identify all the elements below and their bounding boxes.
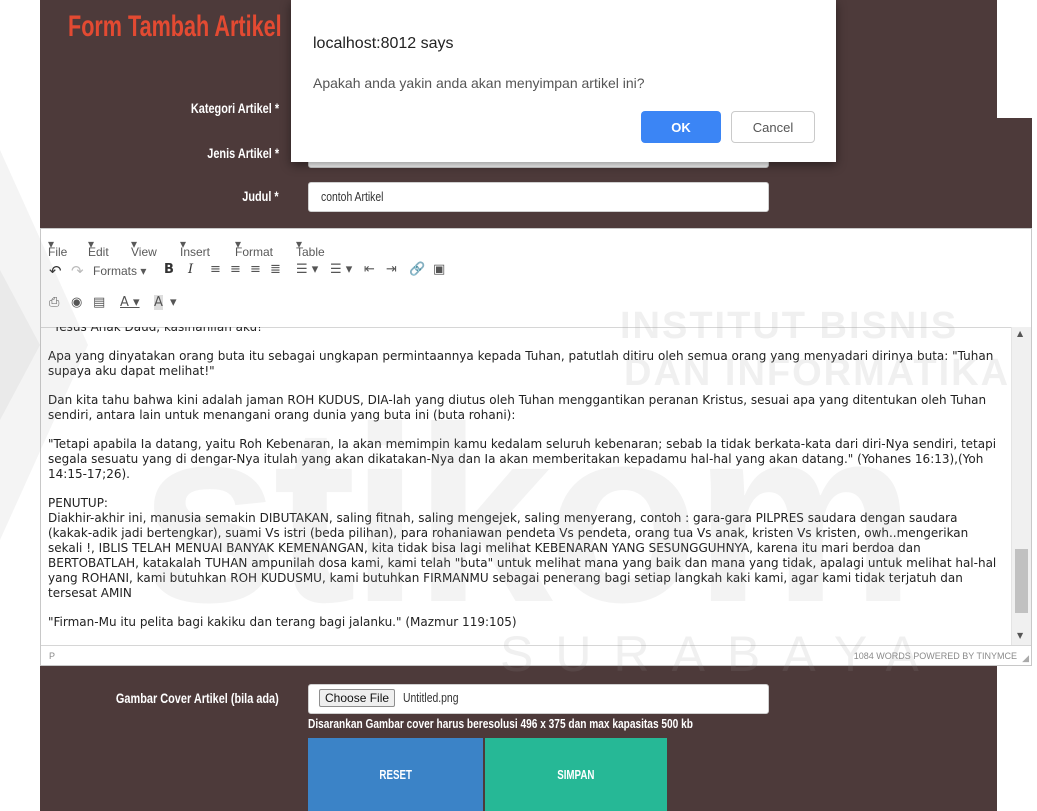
background-color-dropdown-icon[interactable]: ▾ bbox=[170, 295, 177, 310]
file-input[interactable]: Choose File Untitled.png bbox=[308, 684, 769, 714]
choose-file-button[interactable]: Choose File bbox=[319, 689, 396, 707]
form-panel-extension bbox=[836, 118, 1032, 230]
scroll-up-icon[interactable]: ▲ bbox=[1017, 329, 1023, 338]
paragraph: "Tetapi apabila Ia datang, yaitu Roh Keb… bbox=[48, 437, 997, 481]
text-color-icon[interactable]: A ▾ bbox=[120, 295, 140, 310]
editor-menubar: File ▾ Edit ▾ View ▾ Insert ▾ Format ▾ T… bbox=[41, 229, 1031, 259]
judul-label: Judul * bbox=[242, 188, 279, 204]
background-color-icon[interactable]: A bbox=[154, 295, 163, 310]
paragraph: "Firman-Mu itu pelita bagi kakiku dan te… bbox=[48, 615, 517, 629]
numbered-list-icon[interactable]: ☰ ▾ bbox=[330, 262, 352, 277]
paragraph: Dan kita tahu bahwa kini adalah jaman RO… bbox=[48, 393, 987, 422]
align-right-icon[interactable]: ≡ bbox=[250, 262, 261, 277]
judul-input[interactable]: contoh Artikel bbox=[308, 182, 769, 212]
formats-dropdown[interactable]: Formats ▾ bbox=[93, 264, 146, 278]
rich-text-editor: File ▾ Edit ▾ View ▾ Insert ▾ Format ▾ T… bbox=[40, 228, 1032, 666]
menu-view[interactable]: View ▾ bbox=[131, 237, 157, 259]
watermark-emblem bbox=[0, 150, 88, 540]
outdent-icon[interactable]: ⇤ bbox=[364, 262, 375, 277]
link-icon[interactable]: 🔗 bbox=[409, 262, 425, 277]
bullet-list-icon[interactable]: ☰ ▾ bbox=[296, 262, 318, 277]
align-center-icon[interactable]: ≡ bbox=[230, 262, 241, 277]
gambar-label: Gambar Cover Artikel (bila ada) bbox=[116, 690, 279, 706]
image-icon[interactable]: ▣ bbox=[433, 262, 445, 277]
judul-value: contoh Artikel bbox=[321, 189, 384, 204]
editor-statusbar: P 1084 WORDS POWERED BY TINYMCE ◢ bbox=[41, 645, 1031, 667]
element-path: P bbox=[49, 651, 56, 661]
file-name: Untitled.png bbox=[402, 690, 459, 705]
paragraph: Diakhir-akhir ini, manusia semakin DIBUT… bbox=[48, 511, 997, 600]
kategori-label: Kategori Artikel * bbox=[190, 100, 279, 116]
paragraph: "Yesus Anak Daud, kasihanilah aku!" bbox=[48, 327, 268, 334]
menu-format[interactable]: Format ▾ bbox=[235, 237, 273, 259]
dialog-title: localhost:8012 says bbox=[313, 35, 454, 52]
align-left-icon[interactable]: ≡ bbox=[210, 262, 221, 277]
indent-icon[interactable]: ⇥ bbox=[386, 262, 397, 277]
align-justify-icon[interactable]: ≣ bbox=[270, 262, 281, 277]
menu-table[interactable]: Table ▾ bbox=[296, 237, 325, 259]
confirm-dialog: localhost:8012 says Apakah anda yakin an… bbox=[291, 0, 836, 162]
reset-button[interactable]: RESET bbox=[308, 738, 483, 811]
simpan-button[interactable]: SIMPAN bbox=[485, 738, 667, 811]
bold-icon[interactable]: B bbox=[164, 262, 174, 277]
paragraph: Apa yang dinyatakan orang buta itu sebag… bbox=[48, 349, 994, 378]
editor-content[interactable]: "Yesus Anak Daud, kasihanilah aku!" Apa … bbox=[41, 327, 1011, 645]
media-icon[interactable]: ▤ bbox=[93, 295, 105, 310]
cancel-button[interactable]: Cancel bbox=[731, 111, 815, 143]
paragraph: PENUTUP: bbox=[48, 496, 108, 510]
editor-scrollbar[interactable]: ▲ ▼ bbox=[1011, 327, 1031, 645]
cover-hint: Disarankan Gambar cover harus beresolusi… bbox=[308, 716, 693, 731]
scroll-down-icon[interactable]: ▼ bbox=[1017, 631, 1023, 640]
scrollbar-thumb[interactable] bbox=[1015, 549, 1028, 613]
word-count: 1084 WORDS POWERED BY TINYMCE bbox=[853, 651, 1017, 661]
editor-toolbar: ↶ ↷ Formats ▾ B I ≡ ≡ ≡ ≣ ☰ ▾ ☰ ▾ ⇤ ⇥ 🔗 … bbox=[41, 257, 1031, 328]
jenis-label: Jenis Artikel * bbox=[207, 145, 279, 161]
resize-handle-icon[interactable]: ◢ bbox=[1022, 653, 1029, 664]
menu-insert[interactable]: Insert ▾ bbox=[180, 237, 210, 259]
italic-icon[interactable]: I bbox=[188, 262, 193, 277]
dialog-message: Apakah anda yakin anda akan menyimpan ar… bbox=[313, 75, 645, 91]
ok-button[interactable]: OK bbox=[641, 111, 721, 143]
page-title: Form Tambah Artikel bbox=[68, 10, 282, 43]
